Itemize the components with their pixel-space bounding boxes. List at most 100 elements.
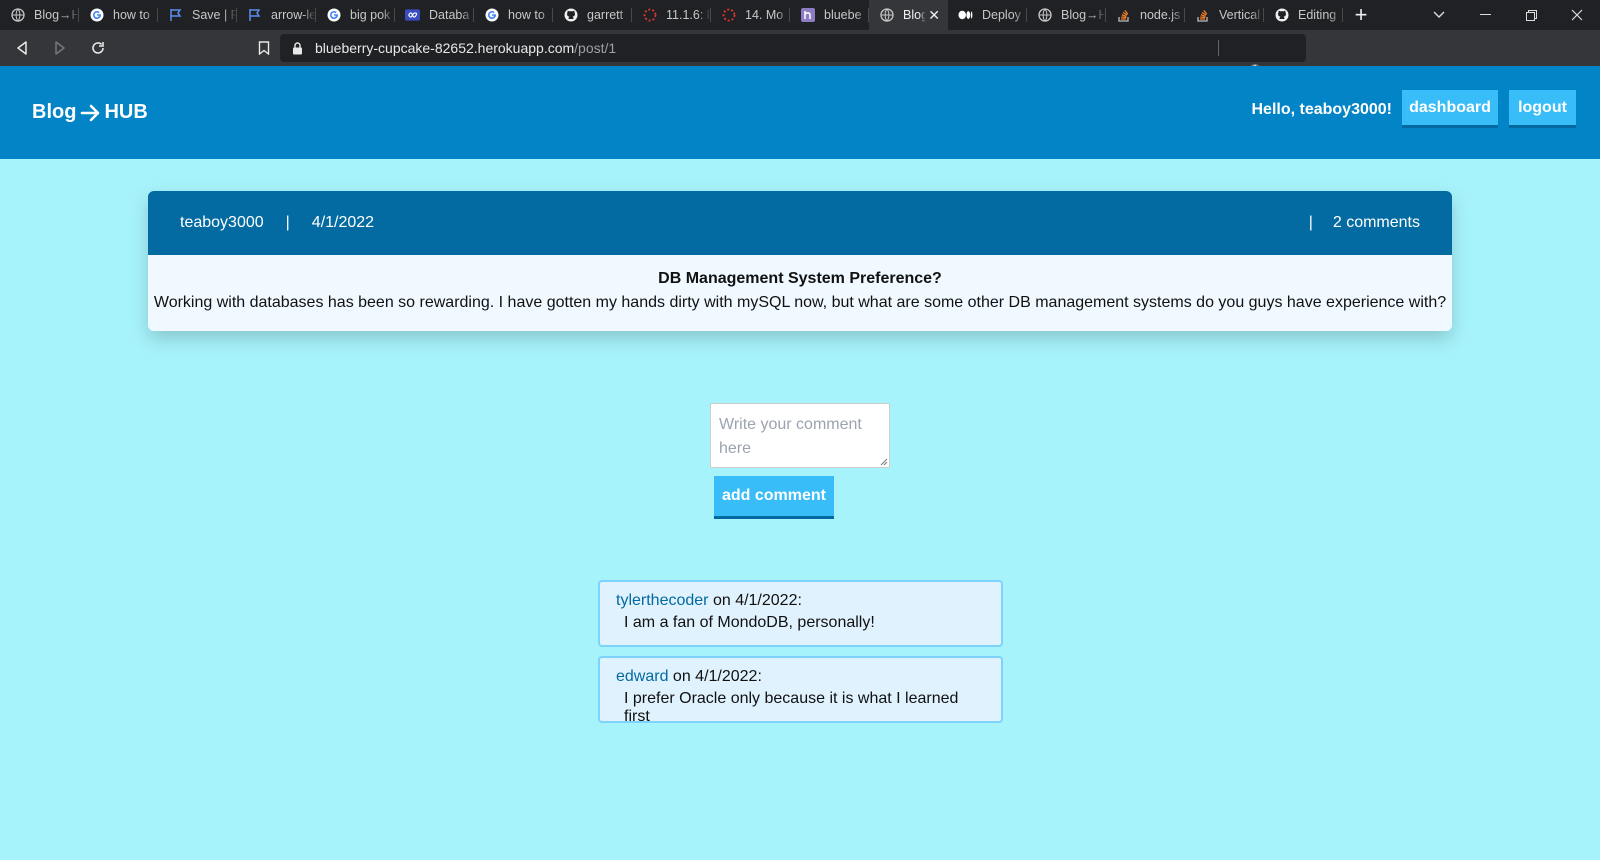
- post-content: Working with databases has been so rewar…: [153, 294, 1447, 311]
- browser-tab-strip: Blog→H how to Save | F arrow-le big pok Datab…: [0, 0, 1600, 30]
- google-icon: [484, 8, 499, 23]
- comment-text: I prefer Oracle only because it is what …: [624, 690, 959, 725]
- reload-icon: [92, 42, 104, 54]
- browser-tab[interactable]: node.js: [1106, 0, 1185, 30]
- browser-tab-title: garrett: [587, 8, 624, 22]
- close-icon: [1571, 9, 1583, 21]
- browser-tab-title: Blog→H: [34, 8, 79, 22]
- post-meta-right: | 2 comments: [1309, 191, 1420, 255]
- browser-tab[interactable]: Editing: [1264, 0, 1343, 30]
- reload-button[interactable]: [82, 32, 114, 64]
- browser-tab[interactable]: 11.1.6: l: [632, 0, 711, 30]
- browser-tab-title: Blog→H: [1061, 8, 1106, 22]
- browser-tab-title: Editing: [1298, 8, 1337, 22]
- flag-icon: [247, 8, 262, 23]
- close-tab-icon[interactable]: ✕: [928, 7, 940, 24]
- google-icon: [326, 8, 341, 23]
- post-comment-count: 2 comments: [1332, 214, 1420, 231]
- globe-icon: [10, 8, 25, 23]
- comment-card: tylerthecoder on 4/1/2022: I am a fan of…: [598, 580, 1003, 647]
- browser-tab-title: arrow-le: [271, 8, 316, 22]
- google-icon: [89, 8, 104, 23]
- github-icon: [1274, 8, 1289, 23]
- new-tab-button[interactable]: +: [1343, 0, 1379, 30]
- browser-tab[interactable]: big pok: [316, 0, 395, 30]
- comment-author-link[interactable]: tylerthecoder: [616, 592, 709, 609]
- forward-button[interactable]: [44, 32, 76, 64]
- comment-input[interactable]: Write your comment here: [710, 403, 890, 468]
- post-separator: |: [285, 214, 290, 231]
- browser-tab-title: Vertical: [1219, 8, 1260, 22]
- browser-tab[interactable]: how to: [474, 0, 553, 30]
- medium-icon: [958, 8, 973, 23]
- browser-tab-title: how to: [508, 8, 545, 22]
- arrow-right-icon: [55, 41, 65, 55]
- flag-icon: [168, 8, 183, 23]
- arrow-right-icon: [81, 104, 100, 121]
- post-header: teaboy3000 | 4/1/2022 | 2 comments: [148, 191, 1452, 255]
- add-comment-button[interactable]: add comment: [714, 476, 834, 519]
- browser-tab-title: node.js: [1140, 8, 1181, 22]
- back-button[interactable]: [6, 32, 38, 64]
- site-header: Blog HUB Hello, teaboy3000! dashboard lo…: [0, 66, 1600, 159]
- lock-icon: [293, 41, 302, 54]
- minimize-button[interactable]: [1462, 0, 1508, 30]
- browser-tab[interactable]: 14. Mo: [711, 0, 790, 30]
- browser-toolbar: blueberry-cupcake-82652.herokuapp.com/po…: [0, 30, 1600, 87]
- bookmark-button[interactable]: [248, 32, 280, 64]
- browser-tab[interactable]: Databa: [395, 0, 474, 30]
- stackoverflow-icon: [1116, 8, 1131, 23]
- globe-icon: [1037, 8, 1052, 23]
- comment-text: I am a fan of MondoDB, personally!: [624, 614, 875, 631]
- restore-button[interactable]: [1508, 0, 1554, 30]
- browser-tab[interactable]: Save | F: [158, 0, 237, 30]
- minimize-icon: [1479, 14, 1491, 15]
- logo-text-blog: Blog: [32, 101, 77, 123]
- globe-icon: [879, 8, 894, 23]
- browser-tab[interactable]: Blog→H: [0, 0, 79, 30]
- comment-header: edward on 4/1/2022:: [616, 668, 985, 686]
- post-body: DB Management System Preference? Working…: [148, 255, 1452, 331]
- github-icon: [563, 8, 578, 23]
- logout-button[interactable]: logout: [1509, 90, 1576, 128]
- browser-tab[interactable]: bluebe: [790, 0, 869, 30]
- browser-tab[interactable]: Blog→H: [1027, 0, 1106, 30]
- restore-icon: [1525, 9, 1537, 21]
- browser-tab-title: Databa: [429, 8, 470, 22]
- browser-tab-title: big pok: [350, 8, 391, 22]
- site-logo[interactable]: Blog HUB: [32, 101, 148, 124]
- browser-tab-title: Save | F: [192, 8, 237, 22]
- post-title: DB Management System Preference?: [658, 270, 942, 287]
- chevron-down-icon: [1433, 11, 1445, 18]
- logo-text-hub: HUB: [104, 101, 148, 123]
- tab-list: Blog→H how to Save | F arrow-le big pok Datab…: [0, 0, 1343, 30]
- browser-tab-title: Blog: [903, 8, 927, 22]
- tab-search-button[interactable]: [1416, 0, 1462, 30]
- loading-icon: [642, 8, 657, 23]
- browser-tab[interactable]: arrow-le: [237, 0, 316, 30]
- browser-tab[interactable]: Vertical: [1185, 0, 1264, 30]
- post-date: 4/1/2022: [311, 214, 375, 231]
- url-path: /post/1: [574, 40, 617, 56]
- heroku-icon: [800, 8, 815, 23]
- browser-tab[interactable]: Deploy: [948, 0, 1027, 30]
- close-window-button[interactable]: [1554, 0, 1600, 30]
- infinity-icon: [405, 8, 420, 23]
- browser-tab-title: bluebe: [824, 8, 862, 22]
- post-separator: |: [1308, 214, 1313, 231]
- browser-tab[interactable]: how to: [79, 0, 158, 30]
- post-card: teaboy3000 | 4/1/2022 | 2 comments DB Ma…: [148, 191, 1452, 331]
- comment-placeholder: Write your comment here: [719, 416, 862, 457]
- browser-tab-title: 14. Mo: [745, 8, 784, 22]
- resize-handle-icon[interactable]: [879, 457, 888, 466]
- browser-tab[interactable]: Blog ✕: [869, 0, 948, 30]
- comment-author-link[interactable]: edward: [616, 668, 668, 685]
- window-controls: [1416, 0, 1600, 30]
- arrow-left-icon: [17, 41, 27, 55]
- browser-tab[interactable]: garrett: [553, 0, 632, 30]
- comment-header: tylerthecoder on 4/1/2022:: [616, 592, 985, 610]
- address-bar[interactable]: blueberry-cupcake-82652.herokuapp.com/po…: [280, 34, 1306, 62]
- stackoverflow-icon: [1195, 8, 1210, 23]
- dashboard-button[interactable]: dashboard: [1402, 90, 1498, 128]
- comment-card: edward on 4/1/2022: I prefer Oracle only…: [598, 656, 1003, 725]
